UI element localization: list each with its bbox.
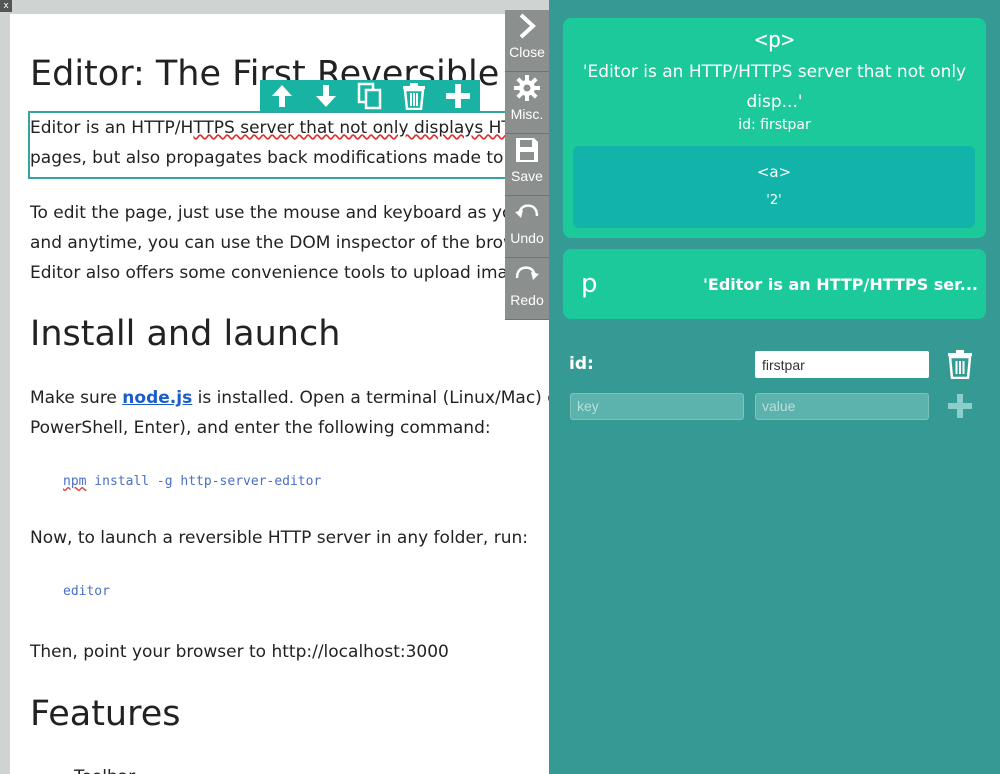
editor-command-code: editor <box>63 584 110 599</box>
text-node-card[interactable]: p 'Editor is an HTTP/HTTPS ser... <box>563 249 986 319</box>
nodejs-link[interactable]: node.js <box>122 388 192 408</box>
child-node-tag: <a> <box>756 163 792 181</box>
misc-label: Misc. <box>510 106 544 122</box>
move-down-icon[interactable] <box>304 80 348 112</box>
paragraph-point-browser: Then, point your browser to http://local… <box>30 642 449 662</box>
code-npm: npm <box>63 474 87 489</box>
install-text-c: PowerShell, Enter), and enter the follow… <box>30 418 491 438</box>
undo-button[interactable]: Undo <box>505 196 549 258</box>
selected-node-card[interactable]: <p> 'Editor is an HTTP/HTTPS server that… <box>563 18 986 238</box>
insert-icon[interactable] <box>436 80 480 112</box>
floppy-disk-icon <box>514 136 540 168</box>
para2-line1: To edit the page, just use the mouse and… <box>30 203 550 223</box>
node-text-preview: 'Editor is an HTTP/HTTPS server that not… <box>582 62 967 112</box>
new-attribute-value-input[interactable]: value <box>755 393 929 420</box>
editor-page: Editor: The First Reversible HTTP/HTTPS … <box>10 14 550 774</box>
attribute-name-label: id: <box>569 354 594 374</box>
new-attribute-key-input[interactable]: key <box>570 393 744 420</box>
undo-icon <box>513 198 541 230</box>
node-toolbar <box>260 80 480 112</box>
undo-label: Undo <box>510 230 544 246</box>
trash-icon[interactable] <box>947 349 973 380</box>
para1-text-a: Editor is an HTTP/H <box>30 118 194 138</box>
move-up-icon[interactable] <box>260 80 304 112</box>
child-node-text: '2' <box>766 193 782 208</box>
window-close-icon[interactable]: x <box>0 0 12 12</box>
delete-node-icon[interactable] <box>392 80 436 112</box>
redo-label: Redo <box>510 292 544 308</box>
editor-sidebar: Close Misc. Save Undo Redo <box>505 10 549 320</box>
misc-button[interactable]: Misc. <box>505 72 549 134</box>
save-button[interactable]: Save <box>505 134 549 196</box>
para1-text-c: pages, but also propagates back modifica… <box>30 148 550 168</box>
install-text-a: Make sure <box>30 388 123 408</box>
para2-line2: and anytime, you can use the DOM inspect… <box>30 233 550 253</box>
feature-item-cut: Toolbar <box>74 762 550 774</box>
node-tag: <p> <box>754 28 795 53</box>
close-panel-button[interactable]: Close <box>505 10 549 72</box>
add-attribute-icon[interactable] <box>947 393 973 424</box>
gear-icon <box>513 74 541 106</box>
node-id: id: firstpar <box>738 117 811 133</box>
chevron-right-icon <box>517 12 537 44</box>
paragraph-edit-help: To edit the page, just use the mouse and… <box>30 198 550 288</box>
redo-icon <box>513 260 541 292</box>
install-text-b: is installed. Open a terminal (Linux/Mac… <box>197 388 550 408</box>
paragraph-launch: Now, to launch a reversible HTTP server … <box>30 528 528 548</box>
heading-features: Features <box>30 694 181 734</box>
text-node-preview: 'Editor is an HTTP/HTTPS ser... <box>703 274 978 294</box>
inspector-panel: <p> 'Editor is an HTTP/HTTPS server that… <box>549 0 1000 774</box>
text-node-tag: p <box>581 269 598 299</box>
duplicate-icon[interactable] <box>348 80 392 112</box>
npm-install-code: npm install -g http-server-editor <box>63 474 321 489</box>
paragraph-install: Make sure node.js is installed. Open a t… <box>30 383 550 443</box>
save-label: Save <box>511 168 543 184</box>
child-node-card[interactable]: <a> '2' <box>573 146 975 228</box>
selected-paragraph[interactable]: Editor is an HTTP/HTTPS server that not … <box>28 111 550 179</box>
code-install-rest: install -g http-server-editor <box>86 474 322 489</box>
para2-line3: Editor also offers some convenience tool… <box>30 263 550 283</box>
close-label: Close <box>509 44 545 60</box>
attribute-value-input[interactable] <box>755 351 929 378</box>
para1-text-b: TTPS server that not only displays HTML … <box>193 118 550 138</box>
heading-install: Install and launch <box>30 314 341 354</box>
redo-button[interactable]: Redo <box>505 258 549 320</box>
